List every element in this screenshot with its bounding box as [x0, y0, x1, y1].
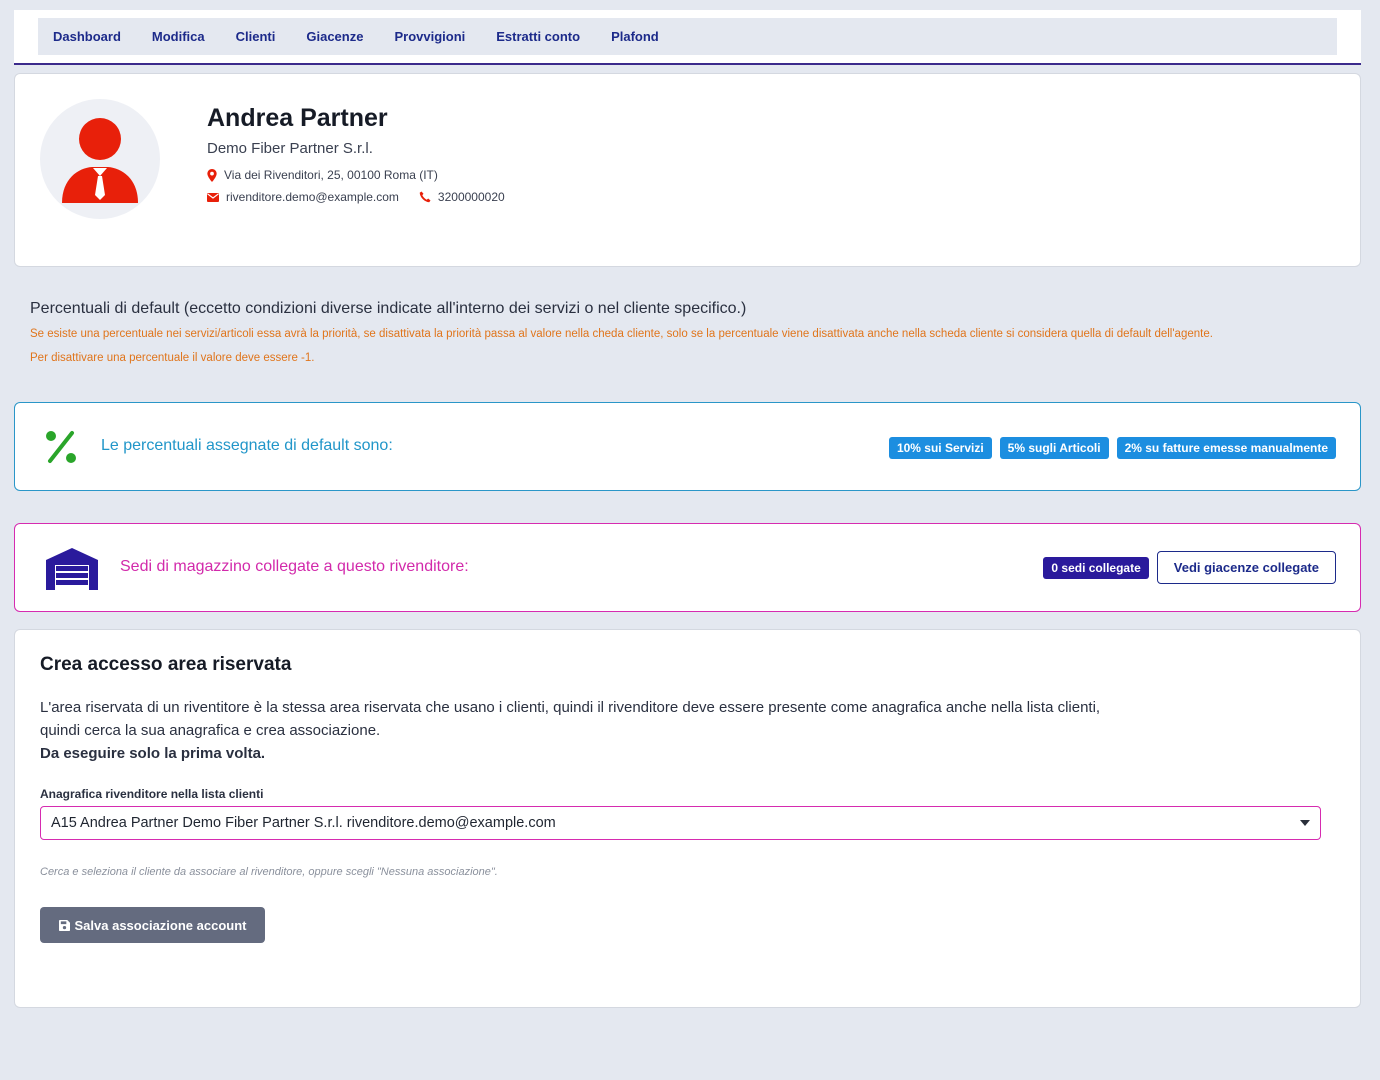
avatar [40, 99, 160, 219]
percentages-card: Le percentuali assegnate di default sono… [14, 402, 1361, 491]
map-marker-icon [207, 168, 217, 182]
warehouse-label: Sedi di magazzino collegate a questo riv… [120, 558, 469, 575]
default-percentages-title: Percentuali di default (eccetto condizio… [30, 300, 747, 317]
address-text: Via dei Rivenditori, 25, 00100 Roma (IT) [224, 168, 438, 182]
badge-services: 10% sui Servizi [888, 437, 992, 459]
percentages-badges: 10% sui Servizi 5% sugli Articoli 2% su … [888, 437, 1336, 459]
reserved-area-title: Crea accesso area riservata [40, 654, 292, 675]
reserved-area-card: Crea accesso area riservata L'area riser… [14, 629, 1361, 1008]
tab-plafond[interactable]: Plafond [611, 29, 659, 44]
tab-provvigioni[interactable]: Provvigioni [394, 29, 465, 44]
phone-icon [419, 191, 431, 203]
customer-select[interactable]: A15 Andrea Partner Demo Fiber Partner S.… [40, 806, 1321, 840]
tab-clienti[interactable]: Clienti [236, 29, 276, 44]
badge-articles: 5% sugli Articoli [999, 437, 1109, 459]
email-text[interactable]: rivenditore.demo@example.com [226, 190, 399, 204]
customer-select-value: A15 Andrea Partner Demo Fiber Partner S.… [51, 815, 556, 831]
disable-warning: Per disattivare una percentuale il valor… [30, 352, 315, 364]
save-icon [58, 919, 70, 931]
profile-card: Andrea Partner Demo Fiber Partner S.r.l.… [14, 73, 1361, 267]
caret-down-icon[interactable] [1300, 820, 1310, 826]
reserved-area-description: L'area riservata di un riventitore è la … [40, 696, 1240, 765]
warehouse-icon [46, 548, 98, 590]
customer-select-help: Cerca e seleziona il cliente da associar… [40, 866, 498, 878]
profile-name: Andrea Partner [207, 104, 388, 132]
user-avatar-icon [62, 118, 138, 203]
profile-company: Demo Fiber Partner S.r.l. [207, 140, 373, 157]
tab-dashboard[interactable]: Dashboard [53, 29, 121, 44]
save-association-label: Salva associazione account [74, 917, 247, 933]
envelope-icon [207, 192, 219, 202]
top-navigation: Dashboard Modifica Clienti Giacenze Prov… [14, 10, 1361, 65]
phone-text[interactable]: 3200000020 [438, 190, 505, 204]
profile-address: Via dei Rivenditori, 25, 00100 Roma (IT) [207, 168, 438, 182]
tab-modifica[interactable]: Modifica [152, 29, 205, 44]
description-bold: Da eseguire solo la prima volta. [40, 745, 266, 762]
profile-contacts: rivenditore.demo@example.com 3200000020 [207, 190, 505, 204]
warehouse-card: Sedi di magazzino collegate a questo riv… [14, 523, 1361, 612]
description-line-1: L'area riservata di un riventitore è la … [40, 699, 1101, 716]
save-association-button[interactable]: Salva associazione account [40, 907, 265, 943]
description-line-2: quindi cerca la sua anagrafica e crea as… [40, 722, 381, 739]
view-stock-button[interactable]: Vedi giacenze collegate [1156, 551, 1336, 584]
tab-estratti-conto[interactable]: Estratti conto [496, 29, 580, 44]
tab-giacenze[interactable]: Giacenze [306, 29, 363, 44]
nav-tabs: Dashboard Modifica Clienti Giacenze Prov… [38, 18, 1337, 55]
priority-warning: Se esiste una percentuale nei servizi/ar… [30, 328, 1213, 340]
linked-sites-badge: 0 sedi collegate [1043, 556, 1149, 579]
badge-manual-invoices: 2% su fatture emesse manualmente [1116, 437, 1336, 459]
percentages-label: Le percentuali assegnate di default sono… [101, 437, 393, 454]
customer-select-label: Anagrafica rivenditore nella lista clien… [40, 787, 264, 801]
percent-icon [46, 431, 76, 463]
warehouse-actions: 0 sedi collegate Vedi giacenze collegate [1043, 551, 1336, 584]
